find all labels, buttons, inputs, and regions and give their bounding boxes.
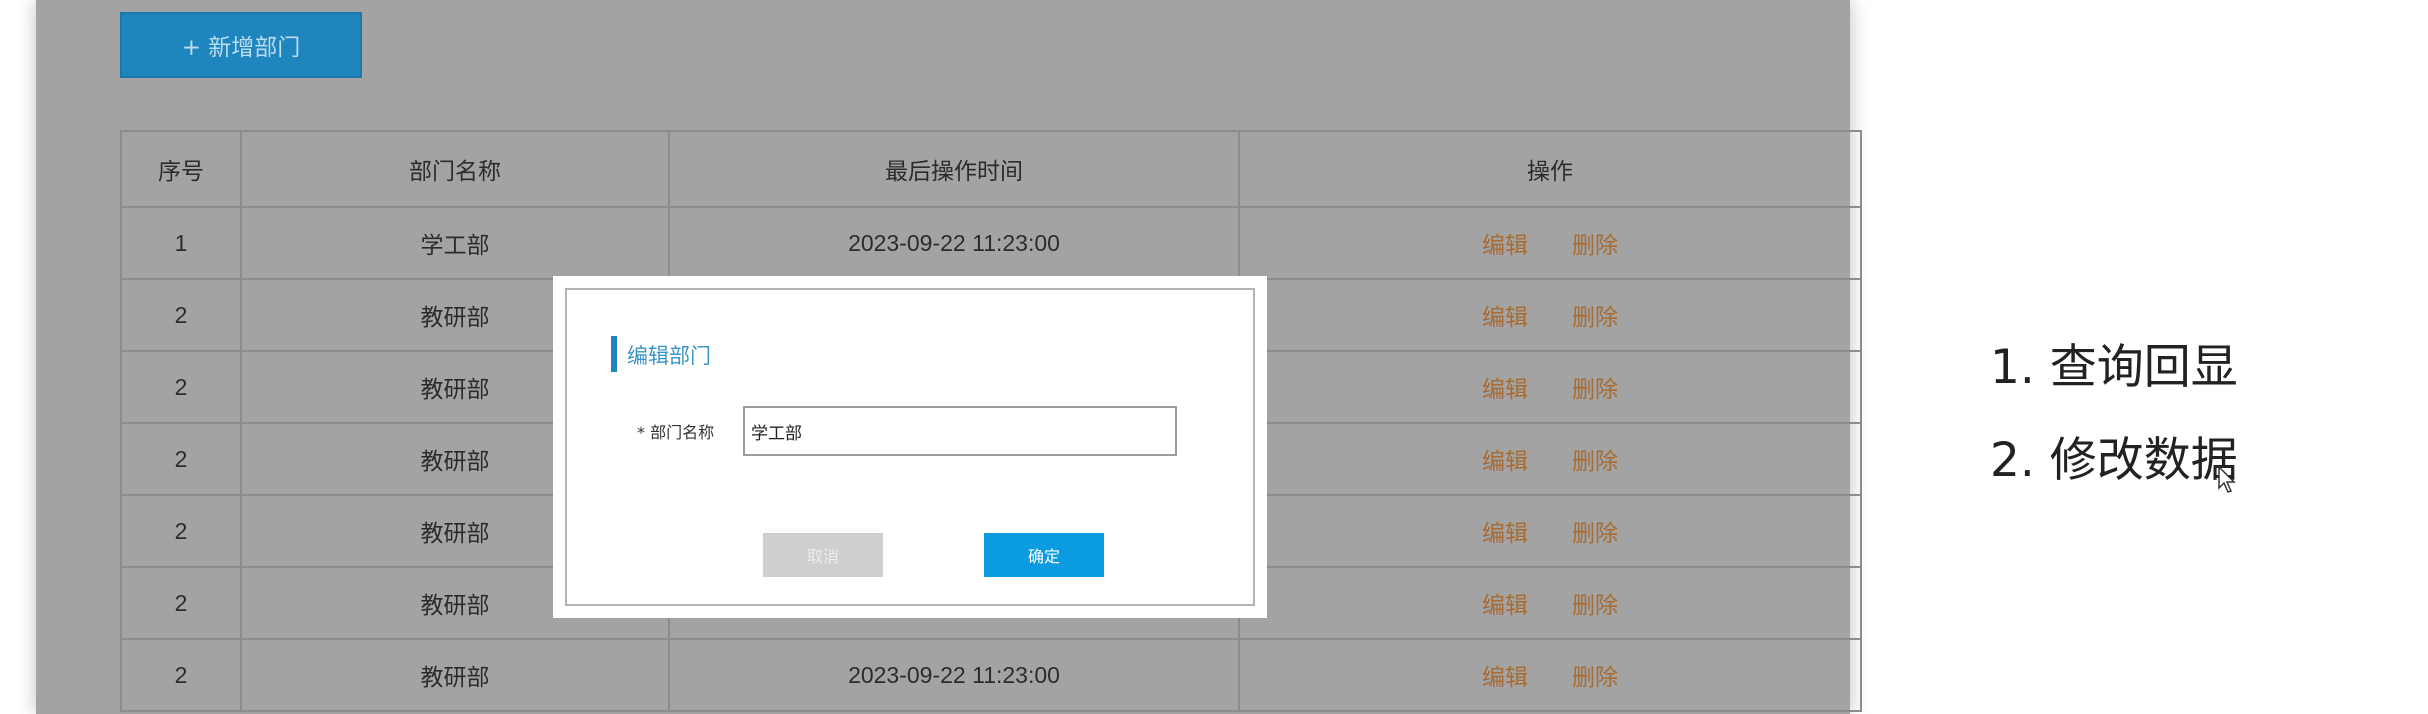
- delete-link[interactable]: 删除: [1572, 592, 1618, 618]
- edit-link[interactable]: 编辑: [1482, 376, 1528, 402]
- cell-actions: 编辑 删除: [1238, 566, 1862, 640]
- cell-time: 2023-09-22 11:23:00: [668, 638, 1240, 712]
- cell-index: 2: [120, 638, 242, 712]
- mouse-cursor-icon: [2218, 466, 2236, 493]
- delete-link[interactable]: 删除: [1572, 664, 1618, 690]
- edit-link[interactable]: 编辑: [1482, 664, 1528, 690]
- dialog-title: 编辑部门: [627, 344, 711, 368]
- delete-link[interactable]: 删除: [1572, 304, 1618, 330]
- department-name-label: * 部门名称: [637, 423, 715, 442]
- cell-actions: 编辑 删除: [1238, 494, 1862, 568]
- header-name: 部门名称: [240, 130, 670, 208]
- header-actions: 操作: [1238, 130, 1862, 208]
- cell-name: 教研部: [240, 638, 670, 712]
- confirm-button[interactable]: 确定: [984, 533, 1104, 577]
- cell-actions: 编辑 删除: [1238, 638, 1862, 712]
- note-item: 2. 修改数据: [1990, 433, 2238, 488]
- cell-actions: 编辑 删除: [1238, 350, 1862, 424]
- lesson-notes: 1. 查询回显 2. 修改数据: [1990, 328, 2238, 514]
- department-name-input[interactable]: [743, 406, 1177, 456]
- note-item: 1. 查询回显: [1990, 340, 2238, 395]
- cell-index: 2: [120, 566, 242, 640]
- edit-link[interactable]: 编辑: [1482, 520, 1528, 546]
- edit-link[interactable]: 编辑: [1482, 304, 1528, 330]
- title-accent-bar: [611, 336, 617, 372]
- cell-actions: 编辑 删除: [1238, 422, 1862, 496]
- header-index: 序号: [120, 130, 242, 208]
- delete-link[interactable]: 删除: [1572, 520, 1618, 546]
- edit-link[interactable]: 编辑: [1482, 592, 1528, 618]
- table-row: 1 学工部 2023-09-22 11:23:00 编辑 删除: [120, 206, 1862, 280]
- edit-department-dialog: 编辑部门 * 部门名称 取消 确定: [553, 276, 1267, 618]
- delete-link[interactable]: 删除: [1572, 448, 1618, 474]
- table-row: 2 教研部 2023-09-22 11:23:00 编辑 删除: [120, 638, 1862, 712]
- delete-link[interactable]: 删除: [1572, 232, 1618, 258]
- header-time: 最后操作时间: [668, 130, 1240, 208]
- edit-link[interactable]: 编辑: [1482, 448, 1528, 474]
- cancel-button[interactable]: 取消: [763, 533, 883, 577]
- cell-index: 1: [120, 206, 242, 280]
- cell-index: 2: [120, 422, 242, 496]
- cell-time: 2023-09-22 11:23:00: [668, 206, 1240, 280]
- delete-link[interactable]: 删除: [1572, 376, 1618, 402]
- edit-link[interactable]: 编辑: [1482, 232, 1528, 258]
- cell-name: 学工部: [240, 206, 670, 280]
- cell-index: 2: [120, 278, 242, 352]
- table-header-row: 序号 部门名称 最后操作时间 操作: [120, 130, 1862, 208]
- cell-index: 2: [120, 494, 242, 568]
- department-page: + 新增部门 序号 部门名称 最后操作时间 操作 1 学工部 2023-09-2…: [36, 0, 1862, 714]
- dialog-frame: 编辑部门 * 部门名称 取消 确定: [565, 288, 1255, 606]
- cell-actions: 编辑 删除: [1238, 206, 1862, 280]
- cell-actions: 编辑 删除: [1238, 278, 1862, 352]
- add-department-button[interactable]: + 新增部门: [120, 12, 362, 78]
- cell-index: 2: [120, 350, 242, 424]
